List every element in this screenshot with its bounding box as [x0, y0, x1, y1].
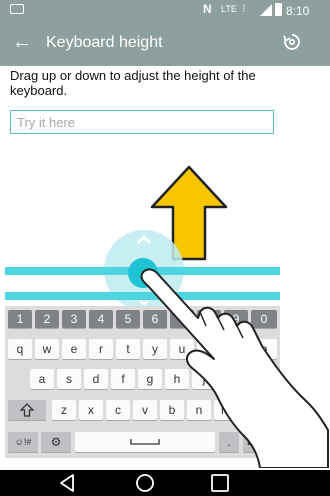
key-t[interactable]: t — [116, 339, 140, 359]
notification-icon — [10, 4, 24, 14]
key-a[interactable]: a — [30, 369, 54, 389]
nfc-icon: N — [203, 2, 212, 16]
arrow-left-icon[interactable]: ← — [12, 30, 32, 54]
key-f[interactable]: f — [111, 369, 135, 389]
shift-icon — [20, 403, 34, 417]
gear-icon: ⚙ — [50, 435, 62, 449]
key-2[interactable]: 2 — [35, 310, 59, 328]
navigation-bar — [0, 470, 330, 496]
reset-icon[interactable] — [282, 32, 302, 52]
key-5[interactable]: 5 — [116, 310, 140, 328]
key-1[interactable]: 1 — [8, 310, 32, 328]
page-title: Keyboard height — [46, 34, 163, 51]
signal-icon — [260, 4, 272, 16]
hand-pointer-icon — [140, 268, 329, 468]
battery-icon — [275, 3, 282, 16]
settings-key[interactable]: ⚙ — [41, 432, 71, 452]
try-it-input[interactable] — [10, 110, 274, 134]
key-4[interactable]: 4 — [89, 310, 113, 328]
key-r[interactable]: r — [89, 339, 113, 359]
action-bar: ← Keyboard height — [0, 20, 330, 66]
symbols-key[interactable]: ☺!# — [8, 432, 38, 452]
key-3[interactable]: 3 — [62, 310, 86, 328]
key-c[interactable]: c — [106, 400, 130, 420]
shift-key[interactable] — [8, 400, 46, 420]
home-nav-icon[interactable] — [125, 470, 165, 496]
recents-nav-icon[interactable] — [200, 470, 240, 496]
instructions-text: Drag up or down to adjust the height of … — [10, 68, 256, 98]
key-s[interactable]: s — [57, 369, 81, 389]
key-e[interactable]: e — [62, 339, 86, 359]
key-d[interactable]: d — [84, 369, 108, 389]
network-type: LTE — [221, 4, 237, 14]
status-bar: N LTE ⁝ 8:10 PM — [0, 0, 330, 32]
key-x[interactable]: x — [79, 400, 103, 420]
back-nav-icon[interactable] — [48, 470, 88, 496]
key-q[interactable]: q — [8, 339, 32, 359]
key-z[interactable]: z — [52, 400, 76, 420]
vibrate-icon: ⁝ — [242, 3, 246, 15]
key-w[interactable]: w — [35, 339, 59, 359]
